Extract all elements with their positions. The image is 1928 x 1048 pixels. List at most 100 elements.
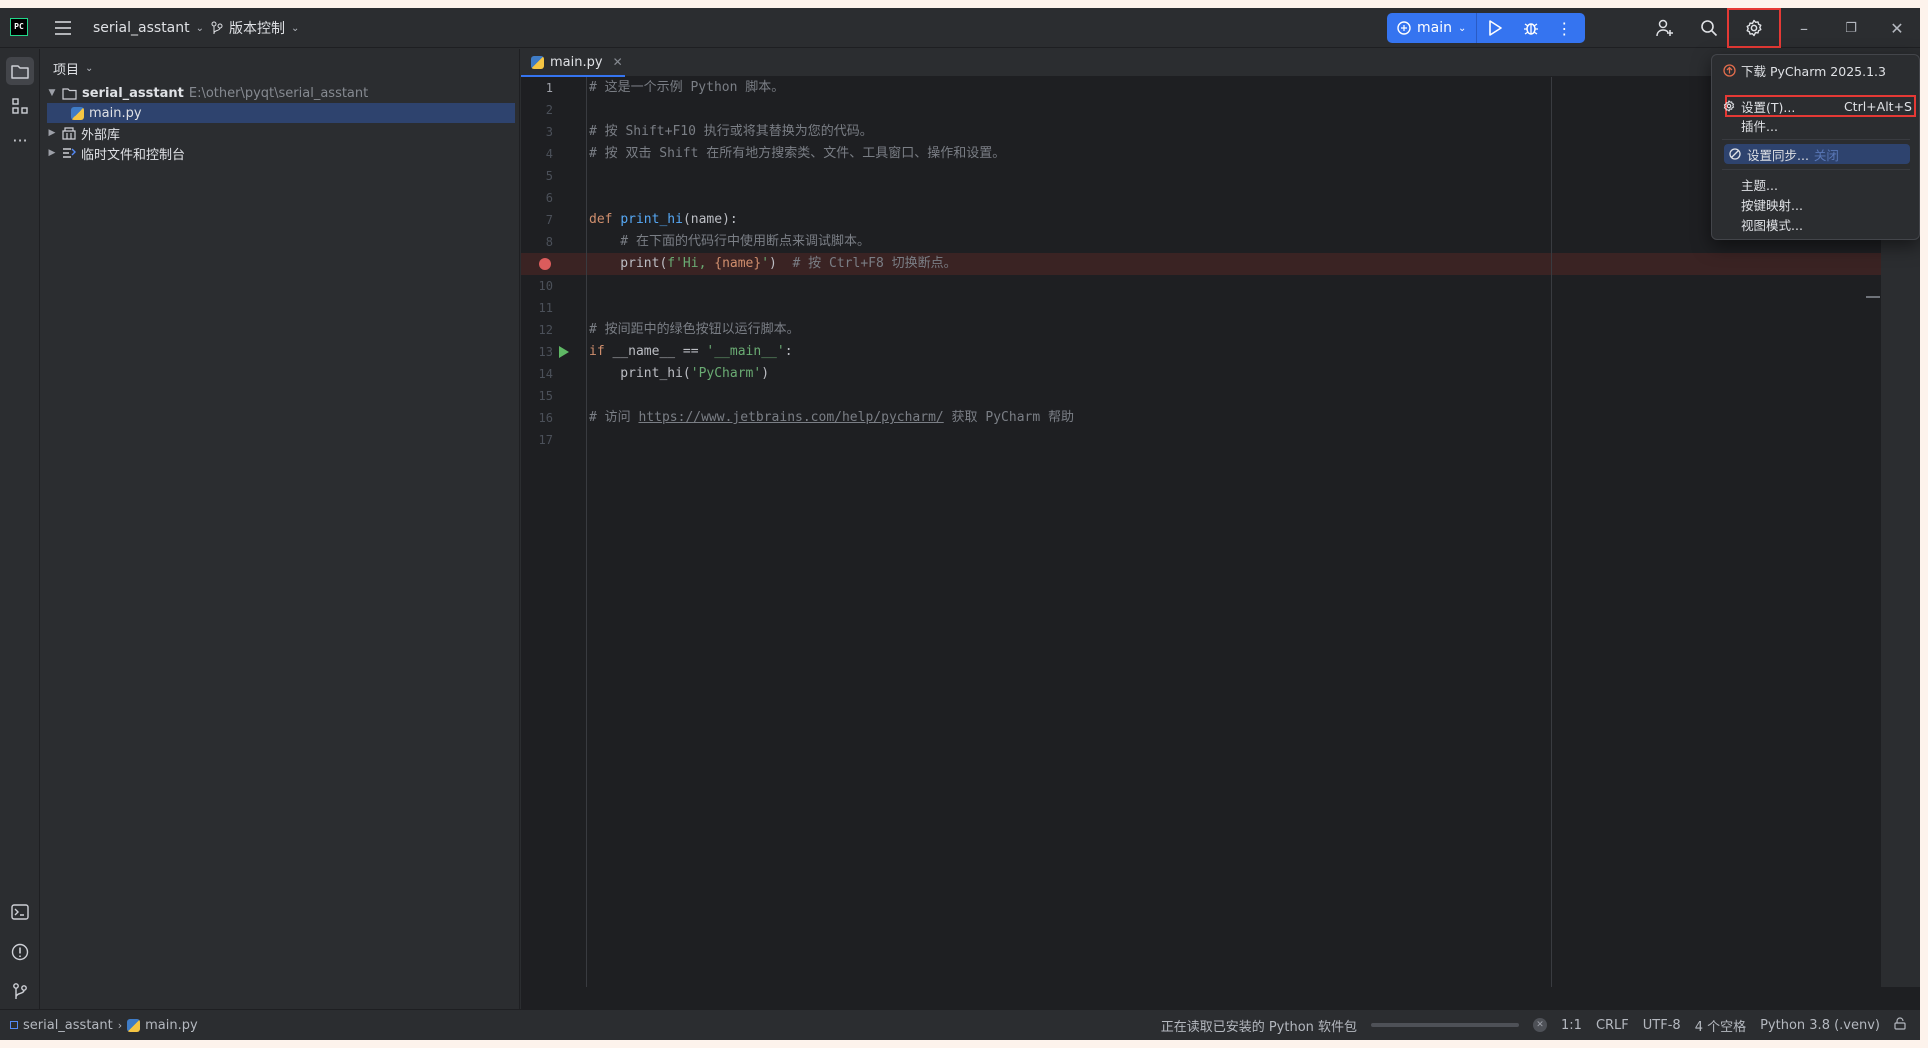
library-icon — [62, 126, 76, 140]
code-text: if __name__ == '__main__': — [589, 344, 793, 359]
run-config-selector[interactable]: main ⌄ — [1387, 13, 1478, 43]
more-vertical-icon: ⋮ — [1556, 18, 1573, 38]
code-text: # 按 双击 Shift 在所有地方搜索类、文件、工具窗口、操作和设置。 — [589, 146, 1006, 161]
more-actions-button[interactable]: ⋮ — [1549, 13, 1579, 43]
branch-icon — [211, 21, 223, 34]
breadcrumb-project[interactable]: serial_asstant — [23, 1018, 113, 1033]
project-tool-button[interactable] — [6, 57, 34, 85]
menu-item-download-update[interactable]: 下载 PyCharm 2025.1.3 — [1722, 60, 1912, 80]
menu-item-settings-sync[interactable]: 设置同步... 关闭 — [1724, 144, 1910, 164]
line-number: 8 — [545, 235, 553, 249]
project-switcher[interactable]: serial_asstant ⌄ — [93, 8, 204, 48]
tab-main-py[interactable]: main.py ✕ — [521, 49, 625, 77]
breakpoint-icon[interactable] — [539, 258, 551, 270]
breadcrumb-file[interactable]: main.py — [145, 1018, 198, 1033]
project-name: serial_asstant — [93, 20, 190, 36]
status-bar: serial_asstant › main.py 正在读取已安装的 Python… — [0, 1009, 1920, 1040]
help-link[interactable]: https://www.jetbrains.com/help/pycharm/ — [638, 410, 943, 425]
structure-icon — [12, 98, 28, 114]
debug-button[interactable] — [1513, 13, 1549, 43]
menu-item-theme[interactable]: 主题... — [1722, 174, 1912, 194]
menu-item-settings[interactable]: 设置(T)... Ctrl+Alt+S — [1722, 96, 1912, 116]
vcs-menu[interactable]: 版本控制 ⌄ — [211, 8, 299, 48]
code-editor[interactable]: 1 # 这是一个示例 Python 脚本。 2 3 # 按 Shift+F10 … — [521, 77, 1881, 987]
search-everywhere-button[interactable] — [1697, 16, 1721, 40]
file-encoding[interactable]: UTF-8 — [1643, 1018, 1681, 1033]
more-tools-button[interactable]: ··· — [6, 126, 34, 154]
code-text: print_hi('PyCharm') — [589, 366, 770, 381]
chevron-right-icon: › — [117, 1018, 123, 1032]
collapse-arrow-icon[interactable]: ▶ — [47, 128, 57, 138]
code-line: 16 # 访问 https://www.jetbrains.com/help/p… — [521, 407, 1881, 429]
python-file-icon — [127, 1018, 141, 1032]
collapse-arrow-icon[interactable]: ▶ — [47, 148, 57, 158]
restore-icon: ❐ — [1845, 20, 1857, 36]
line-number: 13 — [538, 345, 553, 359]
code-line: 6 — [521, 187, 1881, 209]
code-line: 2 — [521, 99, 1881, 121]
ide-settings-button[interactable] — [1727, 8, 1781, 48]
unlock-icon[interactable] — [1894, 1016, 1906, 1034]
menu-item-view-mode[interactable]: 视图模式... — [1722, 214, 1912, 234]
line-separator[interactable]: CRLF — [1596, 1018, 1629, 1033]
tree-item-label: serial_asstant — [82, 85, 184, 101]
code-line: 17 — [521, 429, 1881, 451]
menu-item-label: 插件... — [1741, 118, 1778, 134]
code-line: 10 — [521, 275, 1881, 297]
indent-setting[interactable]: 4 个空格 — [1695, 1016, 1746, 1035]
minimize-button[interactable]: – — [1780, 8, 1828, 48]
warning-circle-icon — [11, 943, 29, 961]
breadcrumb: serial_asstant › main.py — [10, 1010, 198, 1040]
chevron-down-icon: ⌄ — [1457, 22, 1467, 34]
line-number: 5 — [545, 169, 553, 183]
restore-button[interactable]: ❐ — [1827, 8, 1875, 48]
background-task-label[interactable]: 正在读取已安装的 Python 软件包 — [1161, 1016, 1357, 1035]
line-number: 16 — [538, 411, 553, 425]
cancel-task-icon[interactable]: ✕ — [1533, 1018, 1548, 1032]
tree-item-project-root[interactable]: ▼ serial_asstant E:\other\pyqt\serial_as… — [47, 83, 515, 103]
pycharm-logo-icon: PC — [10, 18, 28, 36]
chevron-down-icon: ⌄ — [291, 22, 300, 34]
menu-item-label: 设置(T)... — [1741, 99, 1796, 115]
terminal-tool-button[interactable] — [6, 898, 34, 926]
line-number: 15 — [538, 389, 553, 403]
menu-separator — [1722, 169, 1910, 170]
tab-label: main.py — [550, 54, 603, 70]
python-interpreter[interactable]: Python 3.8 (.venv) — [1760, 1018, 1880, 1033]
caret-position[interactable]: 1:1 — [1561, 1018, 1582, 1033]
hamburger-icon — [55, 21, 71, 35]
problems-tool-button[interactable] — [6, 938, 34, 966]
close-window-button[interactable]: ✕ — [1873, 8, 1920, 48]
tree-item-main-py[interactable]: main.py — [47, 103, 515, 123]
code-line: 3 # 按 Shift+F10 执行或将其替换为您的代码。 — [521, 121, 1881, 143]
git-tool-button[interactable] — [6, 977, 34, 1005]
line-number: 1 — [545, 81, 553, 95]
project-panel-header[interactable]: 项目 ⌄ — [53, 59, 93, 78]
menu-item-keymap[interactable]: 按键映射... — [1722, 194, 1912, 214]
python-config-icon — [1397, 21, 1411, 35]
code-line: 4 # 按 双击 Shift 在所有地方搜索类、文件、工具窗口、操作和设置。 — [521, 143, 1881, 165]
tree-item-scratches[interactable]: ▶ 临时文件和控制台 — [47, 143, 515, 163]
title-bar: PC serial_asstant ⌄ 版本控制 ⌄ main ⌄ ⋮ – ❐ … — [0, 8, 1920, 48]
expand-arrow-icon[interactable]: ▼ — [47, 88, 57, 98]
minimize-icon: – — [1800, 18, 1808, 38]
line-number: 7 — [545, 213, 553, 227]
vcs-branch-icon — [13, 983, 27, 999]
python-file-icon — [71, 106, 84, 120]
code-line: 5 — [521, 165, 1881, 187]
terminal-icon — [11, 904, 29, 920]
code-line: 7 def print_hi(name): — [521, 209, 1881, 231]
code-with-me-button[interactable] — [1653, 16, 1677, 40]
run-button[interactable] — [1477, 13, 1513, 43]
tree-item-external-libraries[interactable]: ▶ 外部库 — [47, 123, 515, 143]
close-tab-icon[interactable]: ✕ — [613, 55, 623, 69]
structure-tool-button[interactable] — [6, 92, 34, 120]
line-number: 10 — [538, 279, 553, 293]
main-menu-button[interactable] — [54, 8, 72, 48]
search-icon — [1701, 20, 1718, 37]
sync-state: 关闭 — [1813, 147, 1839, 163]
menu-item-plugins[interactable]: 插件... — [1722, 115, 1912, 135]
tree-item-label: 临时文件和控制台 — [81, 147, 186, 163]
run-gutter-icon[interactable] — [559, 346, 569, 358]
more-horizontal-icon: ··· — [12, 130, 28, 150]
